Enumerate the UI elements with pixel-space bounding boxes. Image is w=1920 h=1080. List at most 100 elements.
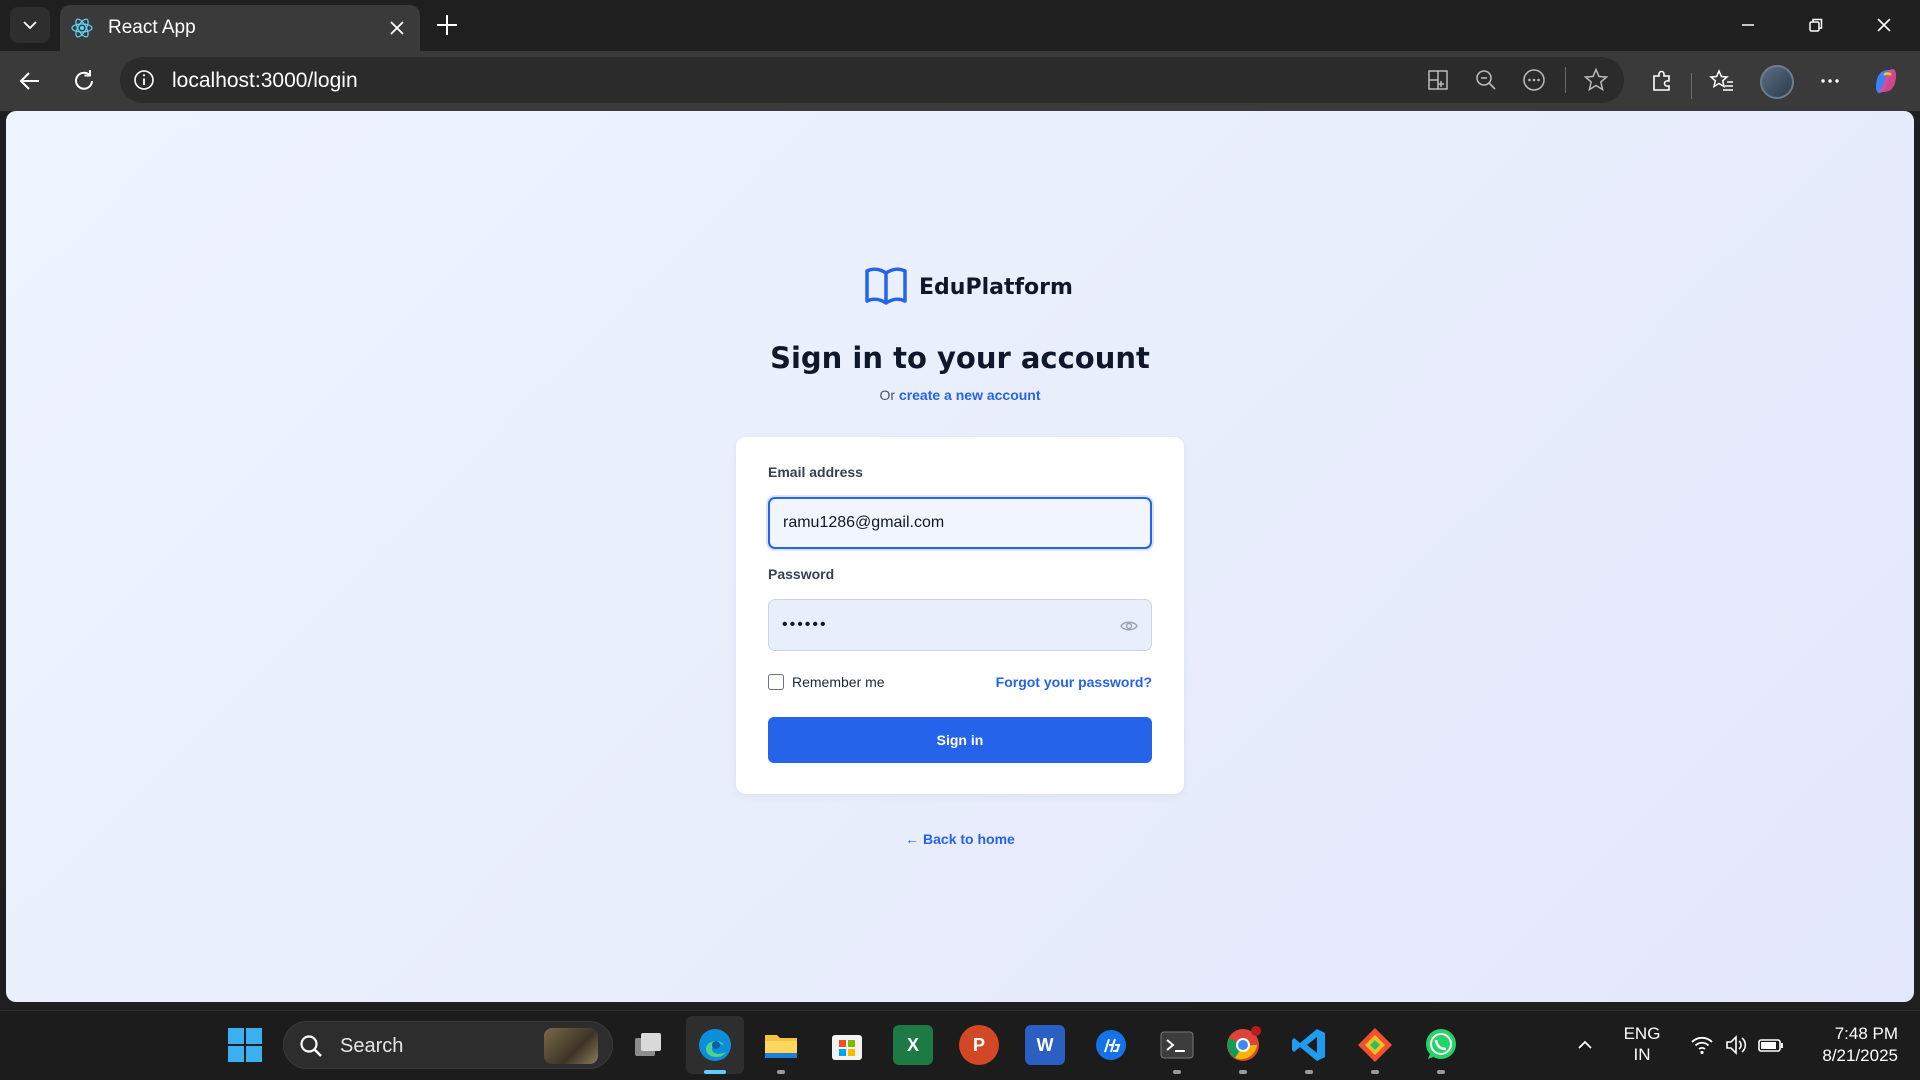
restore-icon [1809,18,1823,32]
explorer-running-indicator [777,1070,785,1074]
whatsapp-app[interactable] [1421,1025,1461,1065]
excel-app[interactable]: X [893,1025,933,1065]
signup-prefix: Or [879,387,896,403]
read-aloud-icon[interactable] [1520,66,1548,94]
tab-actions-button[interactable] [10,7,50,43]
search-label: Search [340,1035,404,1057]
close-icon [1877,18,1891,32]
battery-icon [1758,1039,1783,1052]
remember-me[interactable]: Remember me [768,674,885,690]
git-running-indicator [1371,1070,1379,1074]
microsoft-store-app[interactable] [827,1025,867,1065]
git-diamond-icon [1358,1028,1392,1062]
new-tab-icon[interactable] [432,10,462,40]
chrome-app[interactable] [1223,1025,1263,1065]
language-indicator[interactable]: ENG IN [1618,1023,1666,1065]
volume-icon [1726,1035,1747,1055]
search-highlight-image [544,1028,598,1064]
close-window-button[interactable] [1862,8,1906,42]
favorites-button[interactable] [1702,61,1742,101]
whatsapp-icon [1426,1029,1456,1059]
book-open-icon [865,267,907,305]
remember-me-checkbox[interactable] [768,674,784,690]
remember-me-label: Remember me [792,674,885,690]
create-account-link[interactable]: create a new account [899,387,1041,403]
extensions-button[interactable] [1642,61,1682,101]
hp-app[interactable] [1091,1025,1131,1065]
vscode-running-indicator [1305,1070,1313,1074]
signup-prompt: Or create a new account [6,387,1914,403]
address-bar[interactable]: localhost:3000/login [120,57,1624,103]
powerpoint-icon: P [972,1034,985,1055]
word-app[interactable]: W [1025,1025,1065,1065]
password-field[interactable]: •••••• [768,599,1152,651]
favorite-star-icon[interactable] [1582,66,1610,94]
windows-taskbar: Search X P W ENG IN 7:48 PM 8/21/2025 [0,1010,1920,1080]
arrow-left-icon [19,72,39,90]
taskbar-search[interactable]: Search [283,1021,613,1069]
react-logo-icon [71,18,93,38]
minimize-button[interactable] [1726,8,1770,42]
login-card: Email address ramu1286@gmail.com Passwor… [736,437,1184,794]
start-button[interactable] [225,1025,265,1065]
email-label: Email address [768,464,863,480]
profile-avatar[interactable] [1760,65,1794,99]
show-hidden-icons-button[interactable] [1565,1025,1605,1065]
split-screen-icon[interactable] [1424,66,1452,94]
page-viewport: EduPlatform Sign in to your account Or c… [6,111,1914,1002]
vscode-icon [1292,1029,1325,1061]
file-explorer-app[interactable] [761,1025,801,1065]
email-value: ramu1286@gmail.com [783,514,945,531]
copilot-icon [1876,69,1896,93]
back-to-home-link[interactable]: ← Back to home [6,831,1914,847]
windows-logo-icon [228,1028,262,1062]
clock[interactable]: 7:48 PM 8/21/2025 [1822,1023,1898,1067]
forgot-password-link[interactable]: Forgot your password? [996,674,1152,690]
hp-icon [1096,1030,1126,1060]
email-field[interactable]: ramu1286@gmail.com [768,497,1152,549]
more-dots-icon [1821,79,1839,83]
zoom-out-icon[interactable] [1472,66,1500,94]
info-icon[interactable] [130,66,158,94]
sign-in-button[interactable]: Sign in [768,717,1152,763]
clock-time: 7:48 PM [1834,1024,1898,1043]
powerpoint-app[interactable]: P [959,1025,999,1065]
password-value: •••••• [782,616,828,633]
language-region: IN [1633,1045,1651,1064]
brand-name: EduPlatform [919,274,1073,300]
task-view-button[interactable] [628,1025,668,1065]
tab-title: React App [108,17,196,38]
reload-button[interactable] [64,61,104,101]
git-app[interactable] [1355,1025,1395,1065]
clock-date: 8/21/2025 [1822,1046,1898,1065]
favorites-list-icon [1709,69,1733,91]
copilot-button[interactable] [1866,61,1906,101]
address-bar-divider [1565,67,1566,93]
task-view-icon [635,1033,661,1056]
chrome-icon [1227,1026,1261,1061]
puzzle-icon [1653,70,1670,91]
close-tab-icon[interactable] [386,17,408,39]
chevron-up-icon [1578,1040,1592,1049]
more-options-button[interactable] [1810,61,1850,101]
restore-button[interactable] [1794,8,1838,42]
word-icon: W [1036,1034,1054,1055]
wifi-icon [1691,1036,1713,1055]
terminal-icon [1160,1031,1194,1059]
store-icon [832,1035,862,1060]
folder-icon [765,1035,797,1058]
back-button[interactable] [10,61,50,101]
browser-tab-bar: React App [0,0,1920,51]
url-text[interactable]: localhost:3000/login [172,69,358,93]
terminal-app[interactable] [1157,1025,1197,1065]
whatsapp-running-indicator [1437,1070,1445,1074]
eye-icon[interactable] [1119,616,1139,636]
language-code: ENG [1623,1024,1661,1043]
search-icon [300,1035,322,1057]
quick-settings-button[interactable] [1677,1027,1797,1063]
vscode-app[interactable] [1289,1025,1329,1065]
reload-icon [75,70,93,90]
page-title: Sign in to your account [770,341,1150,375]
browser-tab[interactable]: React App [60,5,420,51]
edge-app[interactable] [695,1025,735,1065]
